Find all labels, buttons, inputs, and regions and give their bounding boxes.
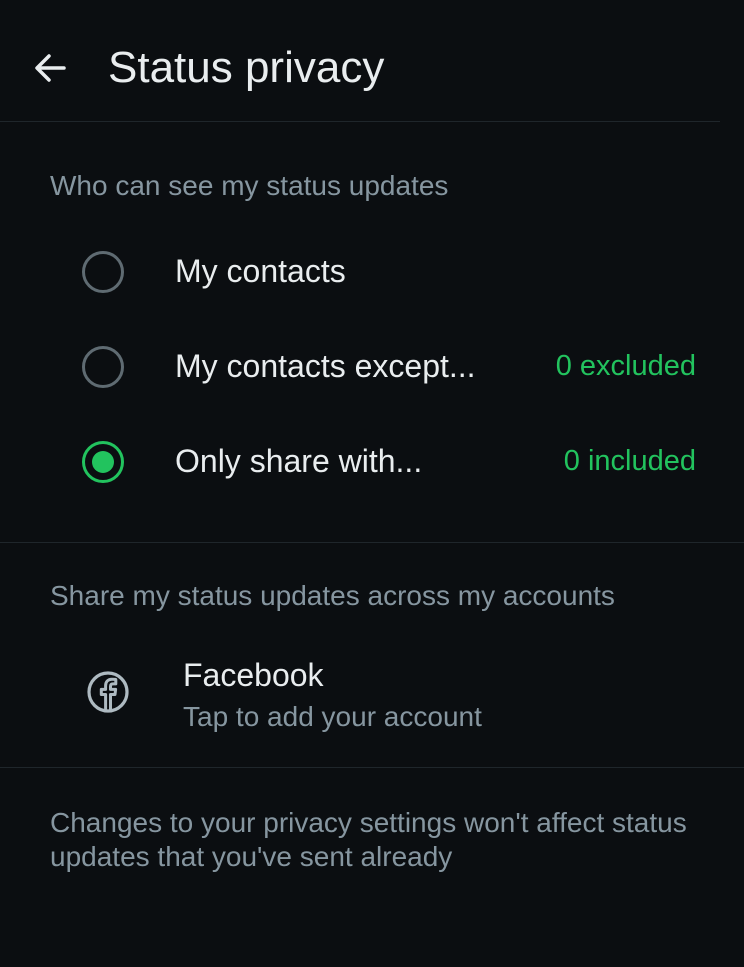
accounts-section-header: Share my status updates across my accoun…	[50, 580, 615, 611]
section-divider	[0, 542, 744, 543]
facebook-subtitle: Tap to add your account	[183, 701, 482, 732]
option-only-share-with[interactable]: Only share with... 0 included	[0, 417, 744, 507]
page-title: Status privacy	[108, 43, 385, 92]
facebook-icon	[87, 671, 129, 713]
status-privacy-screen: Status privacy Who can see my status upd…	[0, 0, 744, 967]
audience-section-header: Who can see my status updates	[50, 170, 449, 201]
radio-button[interactable]	[82, 346, 124, 388]
option-my-contacts[interactable]: My contacts	[0, 227, 744, 317]
radio-selected-dot	[92, 451, 114, 473]
option-label: My contacts except...	[175, 348, 476, 384]
option-my-contacts-except[interactable]: My contacts except... 0 excluded	[0, 322, 744, 412]
back-button[interactable]	[22, 40, 78, 96]
section-divider	[0, 767, 744, 768]
included-count: 0 included	[563, 445, 696, 477]
option-label: My contacts	[175, 253, 346, 289]
facebook-account-row[interactable]: Facebook Tap to add your account	[0, 640, 744, 750]
option-label: Only share with...	[175, 443, 423, 479]
privacy-footer-note: Changes to your privacy settings won't a…	[50, 807, 687, 872]
app-bar: Status privacy	[0, 0, 720, 122]
radio-button-selected[interactable]	[82, 441, 124, 483]
radio-button[interactable]	[82, 251, 124, 293]
back-arrow-icon	[35, 54, 66, 82]
excluded-count: 0 excluded	[555, 350, 696, 382]
facebook-title: Facebook	[183, 657, 324, 693]
